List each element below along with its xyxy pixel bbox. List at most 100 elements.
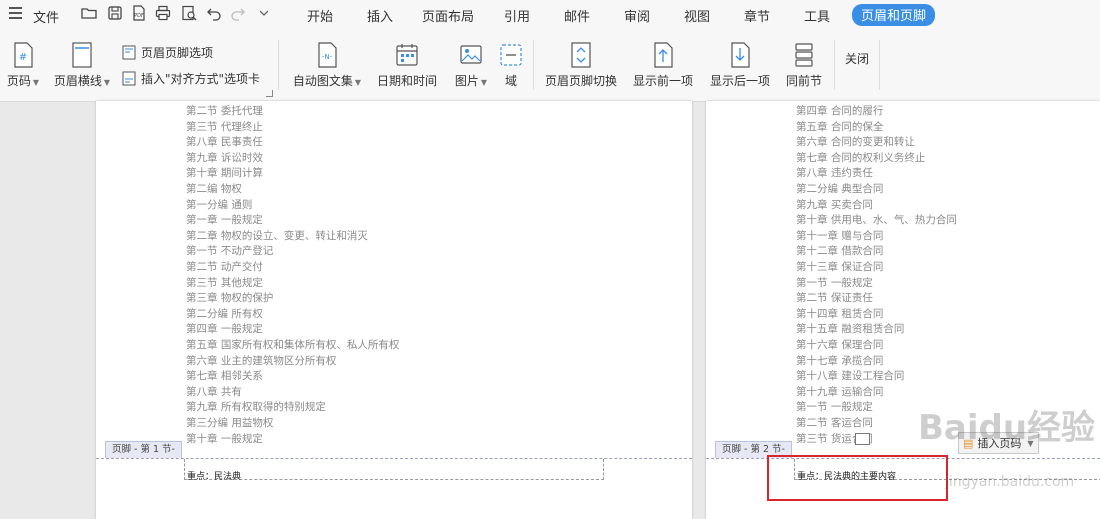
toc-line[interactable]: 第二节 保证责任 — [796, 291, 873, 305]
toc-line[interactable]: 第十七章 承揽合同 — [796, 354, 883, 368]
auto-text-glyph: -N- — [322, 53, 333, 61]
insert-align-tab-button[interactable]: 插入"对齐方式"选项卡 — [122, 70, 260, 87]
toc-line[interactable]: 第三节 其他规定 — [186, 276, 263, 290]
customize-dropdown-icon[interactable] — [256, 5, 272, 21]
file-menu[interactable]: 文件 — [33, 7, 59, 26]
toc-line[interactable]: 第十四章 租赁合同 — [796, 307, 883, 321]
show-previous-button[interactable]: 显示前一项 — [632, 42, 694, 89]
watermark-logo: Baidu经验 — [918, 408, 1096, 448]
picture-button[interactable]: 图片 ▼ — [452, 42, 490, 89]
toc-line[interactable]: 第十章 一般规定 — [186, 432, 263, 446]
same-as-previous-icon — [792, 42, 816, 68]
show-next-label: 显示后一项 — [709, 74, 770, 88]
toc-line[interactable]: 第四章 合同的履行 — [796, 104, 883, 118]
footer-edit-area[interactable] — [184, 459, 604, 480]
tab-page-layout[interactable]: 页面布局 — [422, 6, 474, 25]
pdf-glyph: PDF — [134, 13, 144, 19]
toc-line[interactable]: 第十六章 保理合同 — [796, 338, 883, 352]
header-footer-options-icon — [122, 45, 136, 60]
toc-line[interactable]: 第一节 不动产登记 — [186, 244, 273, 258]
show-previous-icon — [651, 42, 675, 68]
toc-line[interactable]: 第十章 期间计算 — [186, 166, 263, 180]
toc-line[interactable]: 第十章 供用电、水、气、热力合同 — [796, 213, 957, 227]
toc-line[interactable]: 第三节 代理终止 — [186, 120, 263, 134]
print-preview-icon[interactable] — [181, 5, 197, 21]
toc-line[interactable]: 第二编 物权 — [186, 182, 242, 196]
page-number-label: 页码 — [6, 74, 31, 88]
show-next-button[interactable]: 显示后一项 — [709, 42, 771, 89]
page-number-button[interactable]: # 页码 ▼ — [4, 42, 42, 89]
save-icon[interactable] — [107, 5, 123, 21]
header-line-button[interactable]: 页眉横线 ▼ — [52, 42, 112, 89]
toc-line[interactable]: 第二分编 典型合同 — [796, 182, 883, 196]
toc-line[interactable]: 第二节 委托代理 — [186, 104, 263, 118]
toc-line[interactable]: 第八章 违约责任 — [796, 166, 873, 180]
toc-line[interactable]: 第一章 一般规定 — [186, 213, 263, 227]
tab-insert[interactable]: 插入 — [367, 6, 393, 25]
toc-line[interactable]: 第二节 动产交付 — [186, 260, 263, 274]
toc-line[interactable]: 第十一章 赠与合同 — [796, 229, 883, 243]
toc-line[interactable]: 第五章 合同的保全 — [796, 120, 883, 134]
tab-tools[interactable]: 工具 — [804, 6, 830, 25]
auto-text-label: 自动图文集 — [292, 74, 353, 88]
tab-view[interactable]: 视图 — [684, 6, 710, 25]
toc-line[interactable]: 第二分编 所有权 — [186, 307, 263, 321]
show-next-icon — [728, 42, 752, 68]
hamburger-menu-icon[interactable] — [9, 7, 22, 19]
auto-text-button[interactable]: -N- 自动图文集 ▼ — [290, 42, 364, 89]
toc-line[interactable]: 第十三章 保证合同 — [796, 260, 883, 274]
document-page-1[interactable]: 第二节 委托代理 第三节 代理终止 第八章 民事责任 第九章 诉讼时效 第十章 期间计算… — [96, 101, 692, 519]
field-button[interactable]: 域 — [498, 42, 524, 89]
toc-line[interactable]: 第三章 物权的保护 — [186, 291, 273, 305]
toc-line[interactable]: 第二节 客运合同 — [796, 416, 873, 430]
dialog-launcher-icon[interactable] — [266, 90, 273, 97]
date-time-label: 日期和时间 — [376, 74, 437, 88]
ribbon-divider — [533, 40, 534, 90]
toc-line[interactable]: 第十五章 融资租赁合同 — [796, 322, 904, 336]
open-folder-icon[interactable] — [81, 5, 97, 21]
toc-line[interactable]: 第五章 国家所有权和集体所有权、私人所有权 — [186, 338, 399, 352]
same-as-previous-button[interactable]: 同前节 — [785, 42, 823, 89]
toc-line[interactable]: 第十九章 运输合同 — [796, 385, 883, 399]
toc-line[interactable]: 第七章 合同的权利义务终止 — [796, 151, 925, 165]
header-footer-options-button[interactable]: 页眉页脚选项 — [122, 44, 213, 61]
calendar-icon — [395, 42, 419, 68]
toc-line[interactable]: 第三分编 用益物权 — [186, 416, 273, 430]
tab-header-footer[interactable]: 页眉和页脚 — [852, 4, 936, 26]
highlight-box — [767, 455, 948, 501]
toc-line[interactable]: 第六章 合同的变更和转让 — [796, 135, 915, 149]
toc-line[interactable]: 第九章 诉讼时效 — [186, 151, 263, 165]
footer-section-tag: 页脚 - 第 1 节- — [105, 441, 182, 458]
picture-icon — [459, 42, 483, 68]
tab-review[interactable]: 审阅 — [624, 6, 650, 25]
toc-line[interactable]: 第六章 业主的建筑物区分所有权 — [186, 354, 336, 368]
header-line-icon — [70, 42, 94, 68]
toc-line[interactable]: 第一分编 通则 — [186, 198, 252, 212]
page-number-icon: # — [11, 42, 35, 68]
toc-line[interactable]: 第四章 一般规定 — [186, 322, 263, 336]
toc-line[interactable]: 第八章 共有 — [186, 385, 242, 399]
tab-mailings[interactable]: 邮件 — [564, 6, 590, 25]
close-header-footer-button[interactable]: 关闭 — [843, 50, 871, 67]
undo-icon[interactable] — [206, 5, 222, 21]
toc-line[interactable]: 第十二章 借款合同 — [796, 244, 883, 258]
field-icon — [499, 42, 523, 68]
export-pdf-icon[interactable]: PDF — [131, 5, 147, 21]
print-icon[interactable] — [155, 5, 171, 21]
toc-line[interactable]: 第二章 物权的设立、变更、转让和消灭 — [186, 229, 368, 243]
tab-references[interactable]: 引用 — [504, 6, 530, 25]
close-label: 关闭 — [844, 52, 869, 66]
toc-line[interactable]: 第九章 所有权取得的特别规定 — [186, 400, 326, 414]
toc-line[interactable]: 第九章 买卖合同 — [796, 198, 873, 212]
date-time-button[interactable]: 日期和时间 — [376, 42, 438, 89]
redo-icon[interactable] — [230, 5, 246, 21]
tab-home[interactable]: 开始 — [307, 6, 333, 25]
toc-line[interactable]: 第一节 一般规定 — [796, 400, 873, 414]
toc-line[interactable]: 第十八章 建设工程合同 — [796, 369, 904, 383]
toc-line[interactable]: 第一节 一般规定 — [796, 276, 873, 290]
toc-line[interactable]: 第八章 民事责任 — [186, 135, 263, 149]
tab-section[interactable]: 章节 — [744, 6, 770, 25]
toc-line[interactable]: 第七章 相邻关系 — [186, 369, 263, 383]
header-footer-switch-button[interactable]: 页眉页脚切换 — [544, 42, 618, 89]
footer-text[interactable]: 重点：民法典 — [187, 469, 241, 482]
